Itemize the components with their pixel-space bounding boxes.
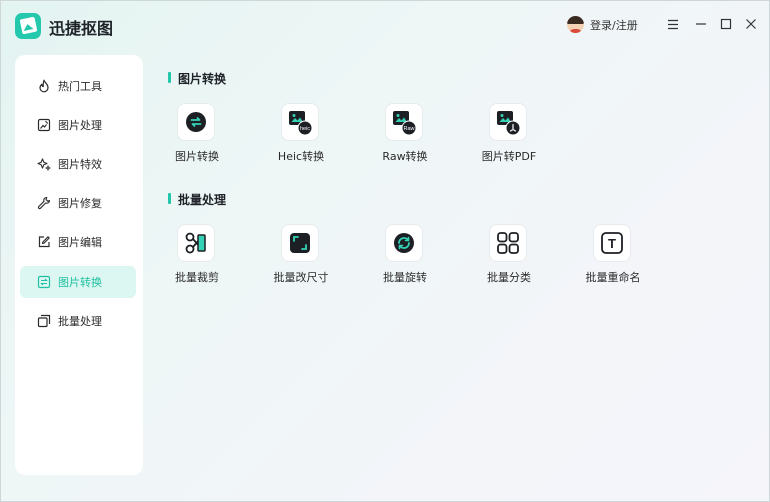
sidebar-item-label: 批量处理 (58, 315, 102, 328)
tool-label: 图片转PDF (481, 150, 537, 163)
tool-image-convert[interactable]: 图片转换 (157, 103, 237, 173)
app-logo-icon (15, 13, 41, 39)
menu-button[interactable] (665, 16, 681, 32)
login-register-link[interactable]: 登录/注册 (590, 17, 638, 33)
tool-raw-convert[interactable]: Raw Raw转换 (365, 103, 445, 173)
convert-icon (177, 103, 215, 141)
sidebar-item-batch-process[interactable]: 批量处理 (20, 305, 136, 337)
section-title-batch: 批量处理 (168, 191, 226, 208)
tool-label: 批量旋转 (383, 271, 427, 284)
close-button[interactable] (743, 16, 759, 32)
sidebar-item-image-process[interactable]: 图片处理 (20, 109, 136, 141)
sidebar-item-label: 热门工具 (58, 80, 102, 93)
sidebar-item-image-edit[interactable]: 图片编辑 (20, 226, 136, 258)
user-avatar[interactable] (567, 16, 584, 33)
stack-icon (36, 313, 52, 329)
tool-label: 批量改尺寸 (273, 271, 329, 284)
minimize-icon (696, 23, 706, 25)
close-icon (746, 19, 756, 29)
text-icon: T (593, 224, 631, 262)
tool-label: 批量重命名 (585, 271, 641, 284)
tool-heic-convert[interactable]: heic Heic转换 (261, 103, 341, 173)
tool-batch-rename[interactable]: T 批量重命名 (573, 224, 653, 294)
app-title: 迅捷抠图 (49, 19, 114, 38)
image-convert-icon (36, 274, 52, 290)
image-edit-icon (36, 117, 52, 133)
tool-batch-rotate[interactable]: 批量旋转 (365, 224, 445, 294)
tool-label: 图片转换 (175, 150, 219, 163)
rotate-icon (385, 224, 423, 262)
maximize-button[interactable] (718, 16, 734, 32)
title-bar: 迅捷抠图 登录/注册 (1, 1, 769, 51)
sidebar-item-hot-tools[interactable]: 热门工具 (20, 70, 136, 102)
tool-label: Raw转换 (382, 150, 428, 163)
sparkle-icon (36, 156, 52, 172)
flame-icon (36, 78, 52, 94)
tool-label: 批量分类 (487, 271, 531, 284)
tool-image-to-pdf[interactable]: 图片转PDF (469, 103, 549, 173)
section-title-convert: 图片转换 (168, 70, 226, 87)
sidebar-item-label: 图片转换 (58, 276, 102, 289)
sidebar-item-image-effects[interactable]: 图片特效 (20, 148, 136, 180)
heic-badge-text: heic (300, 126, 310, 132)
resize-icon (281, 224, 319, 262)
sidebar-item-label: 图片编辑 (58, 236, 102, 249)
tool-label: Heic转换 (277, 150, 325, 163)
sidebar-item-image-repair[interactable]: 图片修复 (20, 187, 136, 219)
wrench-icon (36, 195, 52, 211)
tool-batch-classify[interactable]: 批量分类 (469, 224, 549, 294)
heic-icon: heic (281, 103, 319, 141)
pdf-icon (489, 103, 527, 141)
raw-icon: Raw (385, 103, 423, 141)
sidebar-item-label: 图片处理 (58, 119, 102, 132)
app-window: 迅捷抠图 登录/注册 热门工具 图片处理 图片特效 图片修复 图片编辑 图片转换… (0, 0, 770, 502)
rename-glyph: T (608, 236, 616, 251)
tool-label: 批量裁剪 (175, 271, 219, 284)
raw-badge-text: Raw (403, 126, 414, 132)
hamburger-menu-icon (668, 19, 678, 29)
sidebar-item-image-convert[interactable]: 图片转换 (20, 266, 136, 298)
minimize-button[interactable] (693, 16, 709, 32)
grid-icon (489, 224, 527, 262)
maximize-icon (720, 18, 732, 30)
sidebar-item-label: 图片特效 (58, 158, 102, 171)
pencil-square-icon (36, 234, 52, 250)
scissors-icon (177, 224, 215, 262)
tool-batch-crop[interactable]: 批量裁剪 (157, 224, 237, 294)
tool-batch-resize[interactable]: 批量改尺寸 (261, 224, 341, 294)
sidebar: 热门工具 图片处理 图片特效 图片修复 图片编辑 图片转换 批量处理 (15, 55, 143, 475)
sidebar-item-label: 图片修复 (58, 197, 102, 210)
